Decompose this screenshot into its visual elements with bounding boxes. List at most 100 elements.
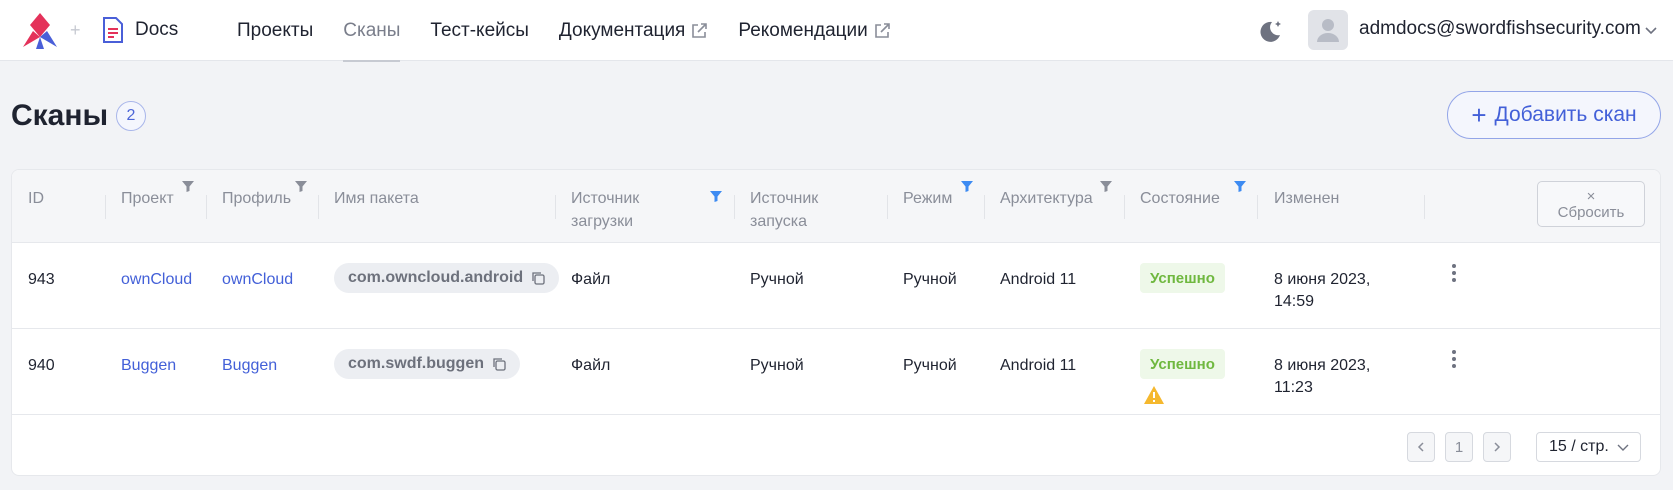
col-header-profile: Профиль [222, 190, 292, 207]
column-separator [206, 195, 207, 219]
add-scan-button[interactable]: + Добавить скан [1447, 91, 1661, 139]
changed-time: 11:23 [1274, 379, 1313, 396]
external-link-icon [692, 22, 708, 38]
cell-changed: 8 июня 2023, 11:23 [1274, 355, 1370, 399]
table-row[interactable]: 940 Buggen Buggen com.swdf.buggen Файл Р… [12, 329, 1660, 415]
next-page-button[interactable] [1483, 432, 1511, 462]
chevron-down-icon[interactable] [1643, 22, 1659, 38]
docs-icon[interactable] [101, 16, 125, 44]
changed-time: 14:59 [1274, 293, 1315, 310]
more-actions-icon[interactable] [1444, 347, 1464, 371]
nav-label: Документация [558, 19, 686, 41]
cell-upload-source: Файл [571, 271, 611, 288]
cell-launch-source: Ручной [750, 357, 804, 374]
cell-upload-source: Файл [571, 357, 611, 374]
nav-label: Рекомендации [738, 19, 868, 41]
column-separator [887, 195, 888, 219]
col-header-package: Имя пакета [334, 190, 419, 207]
chevron-left-icon [1417, 442, 1424, 452]
col-header-line: Источник [750, 190, 819, 207]
column-separator [734, 195, 735, 219]
filter-icon[interactable] [181, 179, 195, 193]
col-header-line: Источник [571, 190, 640, 207]
scan-count-badge: 2 [116, 101, 146, 131]
package-name: com.owncloud.android [348, 269, 524, 286]
column-separator [555, 195, 556, 219]
col-header-line: запуска [750, 213, 807, 230]
project-link[interactable]: Buggen [121, 355, 176, 377]
filter-icon[interactable] [960, 179, 974, 193]
filter-icon[interactable] [1233, 179, 1247, 193]
package-name: com.swdf.buggen [348, 355, 484, 372]
nav-label: Сканы [343, 19, 401, 41]
plus-icon: + [1471, 100, 1487, 130]
project-link[interactable]: ownCloud [121, 269, 192, 291]
column-separator [1424, 195, 1425, 219]
nav-item-documentation[interactable]: Документация [559, 0, 708, 61]
col-header-changed: Изменен [1274, 190, 1340, 207]
cell-id: 943 [28, 271, 55, 288]
column-separator [1257, 195, 1258, 219]
brand-label[interactable]: Docs [135, 19, 178, 41]
profile-link[interactable]: Buggen [222, 355, 277, 377]
column-separator [1124, 195, 1125, 219]
warning-icon[interactable] [1143, 385, 1165, 405]
avatar[interactable] [1308, 10, 1348, 50]
user-icon [1317, 19, 1339, 42]
col-header-id: ID [28, 190, 44, 207]
nav-item-projects[interactable]: Проекты [237, 0, 313, 61]
filter-icon[interactable] [709, 189, 723, 203]
column-separator [318, 195, 319, 219]
top-navigation-bar: + Docs Проекты Сканы Тест-кейсы Документ… [0, 0, 1673, 62]
col-header-line: загрузки [571, 213, 634, 230]
copy-icon[interactable] [492, 357, 506, 371]
page-button-1[interactable]: 1 [1445, 432, 1473, 462]
col-header-launch-source: Источник запуска [750, 187, 818, 233]
reset-label: Сбросить [1557, 204, 1625, 221]
col-header-project: Проект [121, 190, 174, 207]
moon-icon[interactable] [1257, 18, 1283, 44]
page-size-value: 15 / стр. [1549, 438, 1609, 455]
changed-date: 8 июня 2023, [1274, 357, 1371, 374]
page-size-select[interactable]: 15 / стр. [1536, 432, 1641, 462]
cell-mode: Ручной [903, 271, 957, 288]
filter-icon[interactable] [1099, 179, 1113, 193]
nav-item-test-cases[interactable]: Тест-кейсы [430, 0, 529, 61]
app-logo-icon[interactable] [20, 11, 60, 51]
col-header-mode: Режим [903, 190, 953, 207]
chevron-down-icon [1617, 444, 1629, 451]
column-separator [984, 195, 985, 219]
brand-separator: + [70, 20, 81, 40]
status-badge: Успешно [1140, 263, 1225, 293]
chevron-right-icon [1494, 442, 1501, 452]
nav-label: Тест-кейсы [430, 19, 529, 41]
scans-table: ID Проект Профиль Имя пакета Источник заг… [11, 169, 1661, 476]
nav-item-scans[interactable]: Сканы [343, 0, 401, 62]
nav-label: Проекты [237, 19, 314, 41]
cell-mode: Ручной [903, 357, 957, 374]
table-row[interactable]: 943 ownCloud ownCloud com.owncloud.andro… [12, 243, 1660, 329]
main-nav: Проекты Сканы Тест-кейсы Документация Ре… [237, 0, 921, 62]
reset-filters-button[interactable]: × Сбросить [1537, 181, 1645, 227]
cell-id: 940 [28, 357, 55, 374]
cell-changed: 8 июня 2023, 14:59 [1274, 269, 1370, 313]
col-header-state: Состояние [1140, 190, 1220, 207]
col-header-upload-source: Источник загрузки [571, 187, 639, 233]
page-title: Сканы [11, 99, 109, 132]
cell-architecture: Android 11 [1000, 357, 1077, 374]
external-link-icon [874, 22, 890, 38]
profile-link[interactable]: ownCloud [222, 269, 293, 291]
more-actions-icon[interactable] [1444, 261, 1464, 285]
user-email[interactable]: admdocs@swordfishsecurity.com [1359, 18, 1641, 40]
status-badge: Успешно [1140, 349, 1225, 379]
copy-icon[interactable] [531, 271, 545, 285]
col-header-architecture: Архитектура [1000, 190, 1093, 207]
prev-page-button[interactable] [1407, 432, 1435, 462]
cell-launch-source: Ручной [750, 271, 804, 288]
package-chip: com.swdf.buggen [334, 349, 520, 379]
table-header: ID Проект Профиль Имя пакета Источник заг… [12, 170, 1660, 243]
filter-icon[interactable] [294, 179, 308, 193]
nav-item-recommendations[interactable]: Рекомендации [738, 0, 890, 61]
package-chip: com.owncloud.android [334, 263, 560, 293]
add-scan-label: Добавить скан [1494, 103, 1637, 126]
